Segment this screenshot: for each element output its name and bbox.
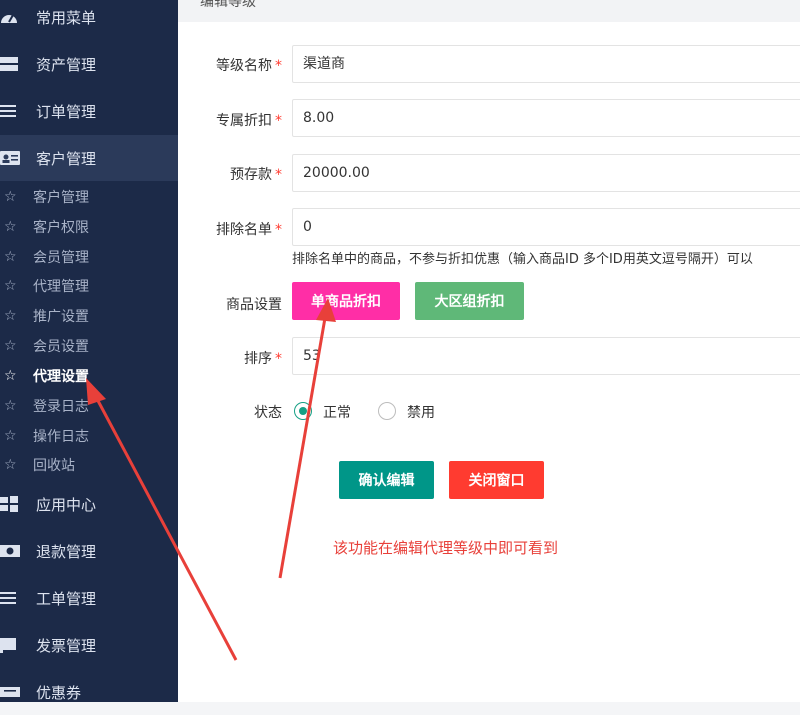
menu-item-invoices[interactable]: 发票管理 <box>0 622 178 668</box>
flag-icon <box>0 637 20 653</box>
submenu-item-agent-manage[interactable]: ☆ 代理管理 <box>0 271 178 301</box>
deposit-label: 预存款 * <box>230 167 282 183</box>
ticket-icon <box>0 684 20 700</box>
dashboard-icon <box>0 9 20 25</box>
menu-label: 订单管理 <box>36 102 97 121</box>
submenu-item-member-manage[interactable]: ☆ 会员管理 <box>0 242 178 272</box>
menu-item-coupons[interactable]: 优惠券 <box>0 669 178 715</box>
server-icon <box>0 56 20 72</box>
menu-item-app-center[interactable]: 应用中心 <box>0 481 178 527</box>
money-icon <box>0 543 20 559</box>
menu-label: 资产管理 <box>36 55 97 74</box>
submenu-item-operation-log[interactable]: ☆ 操作日志 <box>0 421 178 451</box>
menu-label: 客户管理 <box>36 149 97 168</box>
menu-item-orders[interactable]: 订单管理 <box>0 88 178 134</box>
star-icon: ☆ <box>4 338 17 354</box>
panel-title: 编辑等级 <box>200 0 256 10</box>
submenu-label: 操作日志 <box>33 429 89 445</box>
submenu-item-recycle-bin[interactable]: ☆ 回收站 <box>0 450 178 480</box>
submenu-item-member-settings[interactable]: ☆ 会员设置 <box>0 331 178 361</box>
star-icon: ☆ <box>4 368 17 384</box>
panel-header: 编辑等级 <box>178 0 800 22</box>
status-normal-label[interactable]: 正常 <box>323 402 351 422</box>
windows-icon <box>0 496 20 512</box>
edit-level-panel: 编辑等级 等级名称 * 渠道商 专属折扣 * 8.00 预存款 * 20000.00 … <box>178 0 800 702</box>
submenu-item-customer-manage[interactable]: ☆ 客户管理 <box>0 182 178 212</box>
submenu-label: 登录日志 <box>33 399 89 415</box>
submenu-label: 推广设置 <box>33 309 89 325</box>
menu-label: 工单管理 <box>36 589 97 608</box>
submenu-label: 会员设置 <box>33 339 89 355</box>
deposit-input[interactable]: 20000.00 <box>292 154 800 192</box>
submenu-item-agent-settings[interactable]: ☆ 代理设置 <box>0 361 178 391</box>
star-icon: ☆ <box>4 278 17 294</box>
status-disabled-radio[interactable] <box>378 402 396 420</box>
sidebar: 常用菜单 资产管理 订单管理 客户管理 ☆ 客户管理 ☆ 客户权限 ☆ 会员管理 ☆ 代… <box>0 0 178 702</box>
discount-label: 专属折扣 * <box>216 113 282 129</box>
menu-item-refunds[interactable]: 退款管理 <box>0 528 178 574</box>
sort-input[interactable]: 53 <box>292 337 800 375</box>
star-icon: ☆ <box>4 219 17 235</box>
list-icon <box>0 590 20 606</box>
list-icon <box>0 103 20 119</box>
region-group-discount-button[interactable]: 大区组折扣 <box>415 282 524 320</box>
menu-item-common[interactable]: 常用菜单 <box>0 0 178 40</box>
status-disabled-label[interactable]: 禁用 <box>407 402 435 422</box>
level-name-input[interactable]: 渠道商 <box>292 45 800 83</box>
close-window-button[interactable]: 关闭窗口 <box>449 461 544 499</box>
star-icon: ☆ <box>4 457 17 473</box>
sort-label: 排序 * <box>244 351 282 367</box>
star-icon: ☆ <box>4 249 17 265</box>
exclude-list-label: 排除名单 * <box>216 222 282 238</box>
menu-item-customers[interactable]: 客户管理 <box>0 135 178 181</box>
status-label: 状态 <box>254 405 282 421</box>
submenu-item-login-log[interactable]: ☆ 登录日志 <box>0 391 178 421</box>
annotation-note: 该功能在编辑代理等级中即可看到 <box>333 539 559 557</box>
id-card-icon <box>0 150 20 166</box>
discount-input[interactable]: 8.00 <box>292 99 800 137</box>
confirm-edit-button[interactable]: 确认编辑 <box>339 461 434 499</box>
submenu-label: 代理管理 <box>33 279 89 295</box>
exclude-list-hint: 排除名单中的商品，不参与折扣优惠（输入商品ID 多个ID用英文逗号隔开）可以 <box>292 252 753 267</box>
submenu-label: 代理设置 <box>33 369 89 385</box>
submenu-label: 客户权限 <box>33 220 89 236</box>
menu-label: 退款管理 <box>36 542 97 561</box>
menu-label: 常用菜单 <box>36 8 97 27</box>
exclude-list-input[interactable]: 0 <box>292 208 800 246</box>
level-name-label: 等级名称 * <box>216 58 282 74</box>
menu-label: 优惠券 <box>36 683 82 702</box>
submenu-item-promotion[interactable]: ☆ 推广设置 <box>0 301 178 331</box>
menu-item-assets[interactable]: 资产管理 <box>0 41 178 87</box>
star-icon: ☆ <box>4 428 17 444</box>
single-goods-discount-button[interactable]: 单商品折扣 <box>292 282 400 320</box>
menu-item-tickets[interactable]: 工单管理 <box>0 575 178 621</box>
submenu-label: 回收站 <box>33 458 75 474</box>
menu-label: 应用中心 <box>36 495 97 514</box>
menu-label: 发票管理 <box>36 636 97 655</box>
star-icon: ☆ <box>4 189 17 205</box>
submenu-label: 客户管理 <box>33 190 89 206</box>
star-icon: ☆ <box>4 398 17 414</box>
goods-settings-label: 商品设置 <box>226 297 282 313</box>
star-icon: ☆ <box>4 308 17 324</box>
submenu-label: 会员管理 <box>33 250 89 266</box>
status-normal-radio[interactable] <box>294 402 312 420</box>
submenu-item-customer-permission[interactable]: ☆ 客户权限 <box>0 212 178 242</box>
